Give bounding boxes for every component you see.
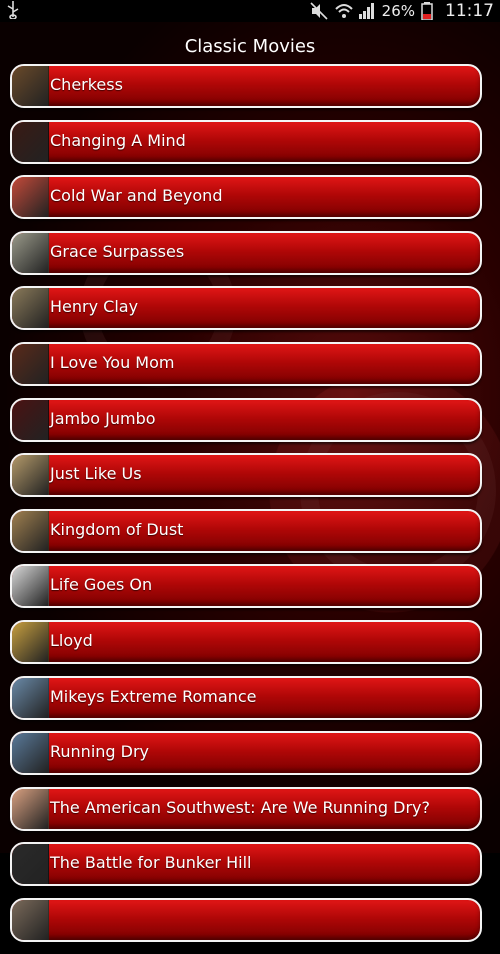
- clock: 11:17: [445, 1, 494, 21]
- movie-title: Henry Clay: [50, 297, 139, 317]
- movie-row[interactable]: Cherkess: [10, 64, 482, 108]
- movie-thumbnail: [12, 177, 49, 218]
- movie-title: Cold War and Beyond: [50, 186, 223, 206]
- movie-title: The Battle for Bunker Hill: [50, 853, 252, 873]
- movie-thumbnail: [12, 788, 49, 829]
- usb-icon: [6, 1, 20, 23]
- signal-icon: [358, 2, 376, 20]
- movie-thumbnail: [12, 566, 49, 607]
- movie-row[interactable]: Changing A Mind: [10, 119, 482, 164]
- movie-row[interactable]: Lloyd: [10, 619, 482, 664]
- movie-title: Life Goes On: [50, 575, 153, 595]
- movie-title: Grace Surpasses: [50, 241, 185, 261]
- movie-thumbnail: [12, 455, 49, 496]
- movie-thumbnail: [12, 733, 49, 774]
- movie-thumbnail: [12, 288, 49, 329]
- movie-title: Running Dry: [50, 742, 150, 762]
- movie-list: Cherkess Changing A Mind Cold War and Beyo…: [10, 64, 482, 954]
- movie-thumbnail: [12, 621, 49, 662]
- movie-thumbnail: [12, 399, 49, 440]
- movie-title: Lloyd: [50, 630, 93, 650]
- movie-row[interactable]: Life Goes On: [10, 564, 482, 609]
- movie-title: Just Like Us: [50, 464, 142, 484]
- movie-title: I Love You Mom: [50, 352, 175, 372]
- movie-row[interactable]: I Love You Mom: [10, 341, 482, 386]
- battery-percent: 26%: [381, 2, 415, 20]
- movie-title: Cherkess: [50, 75, 123, 94]
- mute-icon: [310, 2, 328, 20]
- movie-row[interactable]: Henry Clay: [10, 286, 482, 331]
- movie-row[interactable]: Running Dry: [10, 731, 482, 776]
- movie-thumbnail: [12, 343, 49, 384]
- wifi-icon: [334, 2, 353, 20]
- page-title: Classic Movies: [184, 36, 316, 57]
- movie-row[interactable]: Just Like Us: [10, 453, 482, 498]
- movie-title: Jambo Jumbo: [50, 408, 156, 428]
- movie-row[interactable]: Kingdom of Dust: [10, 508, 482, 553]
- movie-row[interactable]: Cold War and Beyond: [10, 175, 482, 220]
- status-bar: 26% 11:17: [0, 0, 500, 22]
- movie-row[interactable]: Jambo Jumbo: [10, 397, 482, 442]
- movie-title: The American Southwest: Are We Running D…: [50, 797, 431, 817]
- battery-icon: [421, 2, 439, 21]
- movie-thumbnail: [12, 510, 49, 551]
- movie-title: Mikeys Extreme Romance: [50, 686, 257, 706]
- movie-thumbnail: [12, 232, 49, 273]
- movie-title: Kingdom of Dust: [50, 519, 184, 539]
- movie-thumbnail: [12, 121, 49, 162]
- movie-title: Changing A Mind: [50, 130, 186, 150]
- movie-row[interactable]: The American Southwest: Are We Running D…: [10, 786, 482, 831]
- movie-row[interactable]: Mikeys Extreme Romance: [10, 675, 482, 720]
- movie-thumbnail: [12, 899, 49, 940]
- movie-row[interactable]: [10, 897, 482, 942]
- movie-row[interactable]: Grace Surpasses: [10, 230, 482, 275]
- movie-row[interactable]: The Battle for Bunker Hill: [10, 842, 482, 887]
- movie-thumbnail: [12, 844, 49, 885]
- movie-thumbnail: [12, 677, 49, 718]
- movie-thumbnail: [12, 66, 49, 106]
